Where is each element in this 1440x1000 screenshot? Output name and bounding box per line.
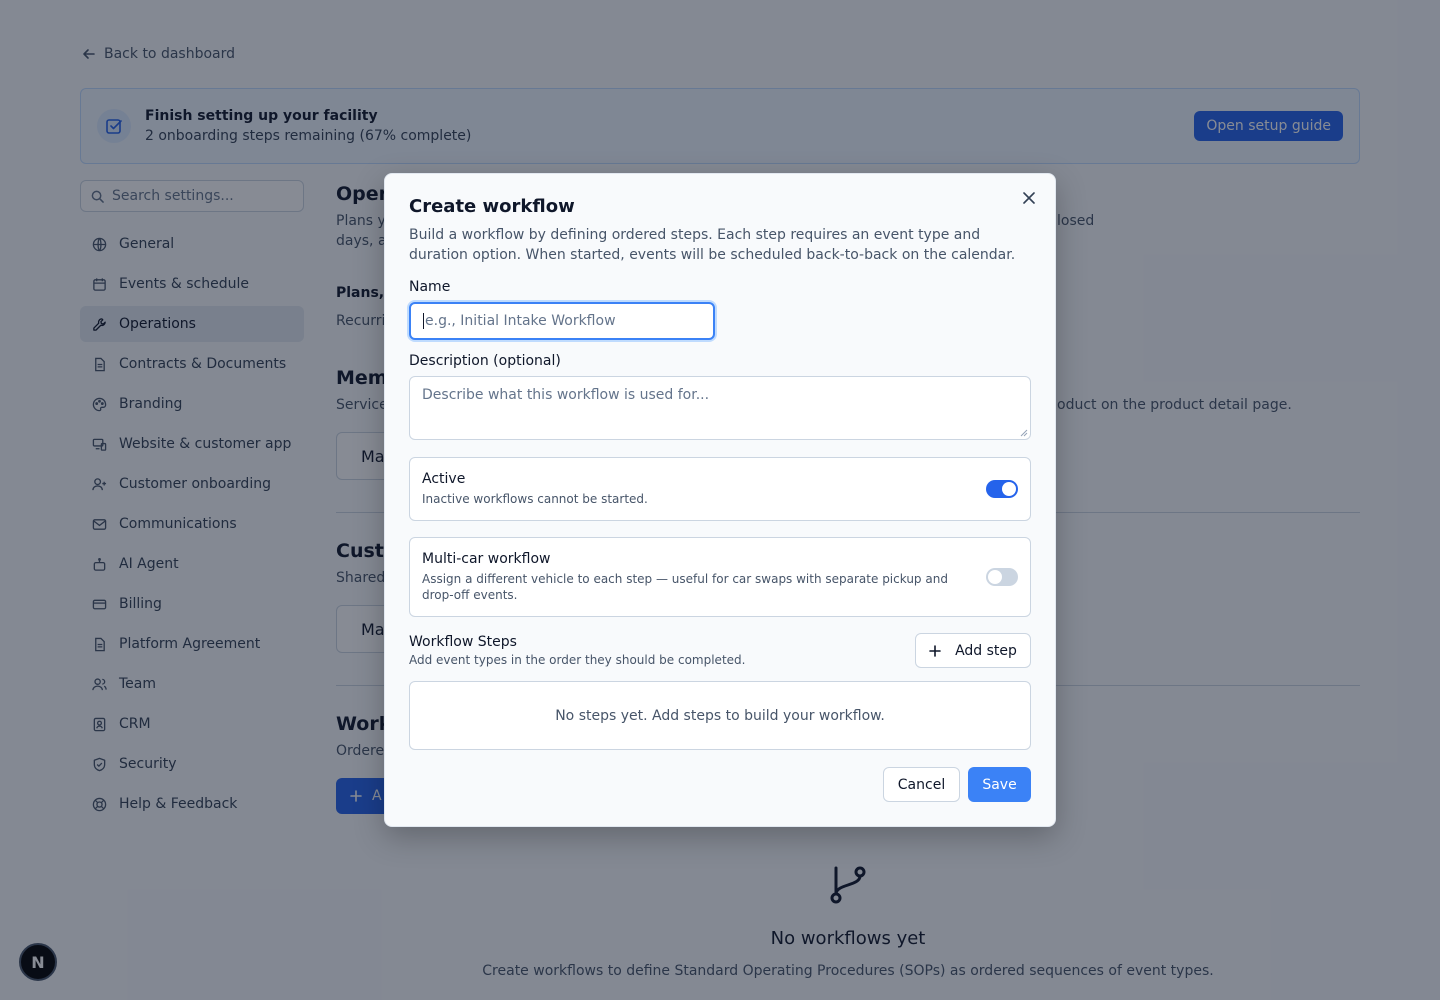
add-step-label: Add step [955,642,1017,659]
multi-car-title: Multi-car workflow [422,551,551,567]
active-subtitle: Inactive workflows cannot be started. [422,492,648,506]
text-cursor [423,313,424,329]
multi-car-toggle[interactable] [986,568,1018,586]
description-label: Description (optional) [409,353,561,369]
add-step-button[interactable]: Add step [915,633,1031,668]
multi-car-setting-card: Multi-car workflow Assign a different ve… [409,537,1031,617]
close-button[interactable] [1019,188,1039,208]
cancel-button[interactable]: Cancel [883,767,960,802]
workflow-steps-subtitle: Add event types in the order they should… [409,653,746,667]
name-input[interactable]: e.g., Initial Intake Workflow [409,302,715,340]
create-workflow-dialog: Create workflow Build a workflow by defi… [384,173,1056,827]
steps-empty-state: No steps yet. Add steps to build your wo… [409,681,1031,750]
close-icon [1023,192,1035,204]
active-setting-card: Active Inactive workflows cannot be star… [409,457,1031,521]
active-toggle[interactable] [986,480,1018,498]
save-button[interactable]: Save [968,767,1031,802]
dialog-description: Build a workflow by defining ordered ste… [409,227,1016,263]
plus-icon [929,644,941,657]
name-label: Name [409,279,451,295]
dialog-title: Create workflow [409,196,575,217]
description-textarea[interactable]: Describe what this workflow is used for.… [409,376,1031,440]
workflow-steps-title: Workflow Steps [409,634,517,650]
description-placeholder: Describe what this workflow is used for.… [422,387,710,403]
resize-handle-icon[interactable] [1020,429,1028,437]
name-placeholder: e.g., Initial Intake Workflow [425,313,616,329]
active-title: Active [422,471,466,487]
multi-car-subtitle: Assign a different vehicle to each step … [422,572,948,602]
